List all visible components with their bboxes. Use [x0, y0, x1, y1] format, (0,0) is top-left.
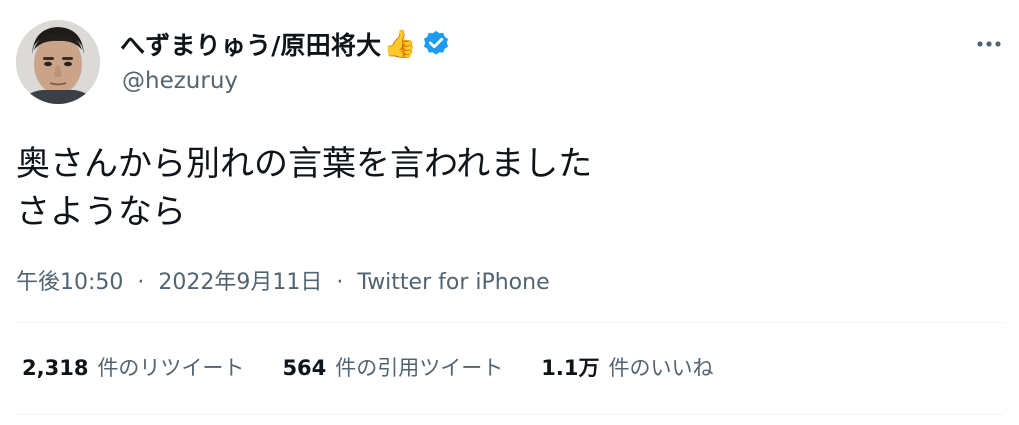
tweet-card: へずまりゅう/原田将大 👍 @hezuruy 奥さんから別れの言葉を言われました… — [0, 0, 1019, 425]
avatar[interactable] — [16, 20, 100, 104]
tweet-source-link[interactable]: Twitter for iPhone — [357, 270, 549, 295]
thumbs-up-emoji: 👍 — [383, 28, 417, 60]
more-options-button[interactable] — [973, 28, 1005, 60]
tweet-time[interactable]: 午後10:50 — [16, 270, 123, 295]
likes-label: 件のいいね — [608, 356, 714, 380]
more-dots-icon — [977, 41, 1001, 47]
tweet-text-line-1: 奥さんから別れの言葉を言われました — [16, 144, 593, 184]
engagement-stats: 2,318 件のリツイート 564 件の引用ツイート 1.1万 件のいいね — [22, 352, 751, 382]
retweets-count: 2,318 — [22, 356, 89, 380]
meta-separator: · — [137, 270, 145, 295]
user-handle[interactable]: @hezuruy — [122, 68, 238, 94]
quote-tweets-count: 564 — [282, 356, 327, 380]
avatar-portrait-image — [16, 20, 100, 104]
tweet-date[interactable]: 2022年9月11日 — [158, 270, 322, 295]
tweet-text-line-2: さようなら — [16, 192, 186, 232]
likes-count: 1.1万 — [541, 356, 600, 380]
display-name[interactable]: へずまりゅう/原田将大 — [120, 26, 381, 62]
tweet-text: 奥さんから別れの言葉を言われました さようなら — [16, 140, 592, 236]
tweet-metadata: 午後10:50 · 2022年9月11日 · Twitter for iPhon… — [16, 264, 550, 296]
verified-badge-icon — [421, 29, 451, 59]
divider — [16, 322, 1003, 323]
retweets-label: 件のリツイート — [97, 356, 245, 380]
divider-bottom — [16, 414, 1003, 415]
meta-separator-2: · — [336, 270, 344, 295]
author-name-row[interactable]: へずまりゅう/原田将大 👍 — [120, 26, 451, 62]
quote-tweets-label: 件の引用ツイート — [335, 356, 504, 380]
retweets-stat[interactable]: 2,318 件のリツイート — [22, 352, 244, 382]
quote-tweets-stat[interactable]: 564 件の引用ツイート — [282, 352, 503, 382]
likes-stat[interactable]: 1.1万 件のいいね — [541, 352, 713, 382]
